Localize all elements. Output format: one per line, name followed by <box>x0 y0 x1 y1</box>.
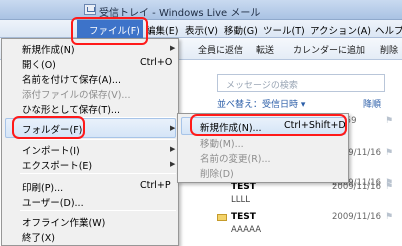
envelope-icon <box>217 214 227 221</box>
submenu-arrow-icon: ▶ <box>170 44 176 52</box>
menu-bar: ファイル(F) 編集(E) 表示(V) 移動(G) ツール(T) アクション(A… <box>0 20 402 38</box>
flag-icon[interactable]: ⚑ <box>385 148 393 158</box>
file-menu-new[interactable]: 新規作成(N) <box>22 42 75 56</box>
message-row[interactable]: TEST LLLL 2009/11/16 ⚑ <box>217 180 402 208</box>
menu-go[interactable]: 移動(G) <box>224 23 258 37</box>
search-input[interactable]: メッセージの検索 <box>217 74 385 92</box>
add-to-calendar-button[interactable]: カレンダーに追加 <box>293 43 365 56</box>
delete-button[interactable]: 削除 <box>380 43 398 56</box>
menu-separator <box>20 173 176 174</box>
file-menu-save-as[interactable]: 名前を付けて保存(A)... <box>22 72 121 86</box>
menu-separator <box>20 139 176 140</box>
sort-order-toggle[interactable]: 降順 <box>363 97 381 110</box>
menu-separator <box>20 210 176 211</box>
flag-icon[interactable]: ⚑ <box>385 116 393 126</box>
message-subject: AAAAA <box>231 225 262 235</box>
annotation-highlight-folder-item <box>12 116 85 139</box>
annotation-highlight-new-folder <box>190 114 347 136</box>
submenu-arrow-icon: ▶ <box>170 124 176 132</box>
message-subject: LLLL <box>231 195 250 205</box>
message-sender: TEST <box>231 212 256 222</box>
file-menu-identities[interactable]: ユーザー(D)... <box>22 195 84 209</box>
menu-actions[interactable]: アクション(A) <box>310 23 371 37</box>
forward-button[interactable]: 転送 <box>256 43 274 56</box>
menu-help[interactable]: ヘルプ <box>375 23 402 37</box>
menu-tools[interactable]: ツール(T) <box>263 23 305 37</box>
menu-view[interactable]: 表示(V) <box>185 23 218 37</box>
file-menu-open[interactable]: 開く(O) <box>22 57 56 71</box>
submenu-arrow-icon: ▶ <box>170 145 176 153</box>
submenu-arrow-icon: ▶ <box>170 160 176 168</box>
folder-move[interactable]: 移動(M)... <box>200 136 244 150</box>
file-menu-save-attachments[interactable]: 添付ファイルの保存(V)... <box>22 87 130 101</box>
message-date: 2009/11/16 <box>332 212 381 222</box>
menu-edit[interactable]: 編集(E) <box>146 23 178 37</box>
sort-selector[interactable]: 並べ替え：受信日時 ▾ <box>217 97 305 110</box>
shortcut-open: Ctrl+O <box>140 57 173 68</box>
file-menu-export[interactable]: エクスポート(E) <box>22 158 92 172</box>
message-row[interactable]: TEST AAAAA 2009/11/16 ⚑ <box>217 210 402 238</box>
folder-delete[interactable]: 削除(D) <box>200 166 234 180</box>
message-date: 2009/11/16 <box>332 182 381 192</box>
file-menu-import[interactable]: インポート(I) <box>22 143 80 157</box>
flag-icon[interactable]: ⚑ <box>385 182 393 192</box>
file-menu-exit[interactable]: 終了(X) <box>22 230 55 244</box>
file-menu-save-as-template[interactable]: ひな形として保存(T)... <box>22 102 120 116</box>
folder-rename[interactable]: 名前の変更(R)... <box>200 151 271 165</box>
shortcut-print: Ctrl+P <box>140 180 171 191</box>
mail-app-icon <box>84 4 96 15</box>
message-sender: TEST <box>231 182 256 192</box>
annotation-highlight-file-menu <box>71 17 148 45</box>
flag-icon[interactable]: ⚑ <box>385 212 393 222</box>
file-menu: 新規作成(N) ▶ 開く(O) Ctrl+O 名前を付けて保存(A)... 添付… <box>1 38 179 246</box>
file-menu-print[interactable]: 印刷(P)... <box>22 180 63 194</box>
reply-all-button[interactable]: 全員に返信 <box>198 43 243 56</box>
file-menu-work-offline[interactable]: オフライン作業(W) <box>22 215 105 229</box>
title-bar: 受信トレイ - Windows Live メール <box>0 0 402 20</box>
